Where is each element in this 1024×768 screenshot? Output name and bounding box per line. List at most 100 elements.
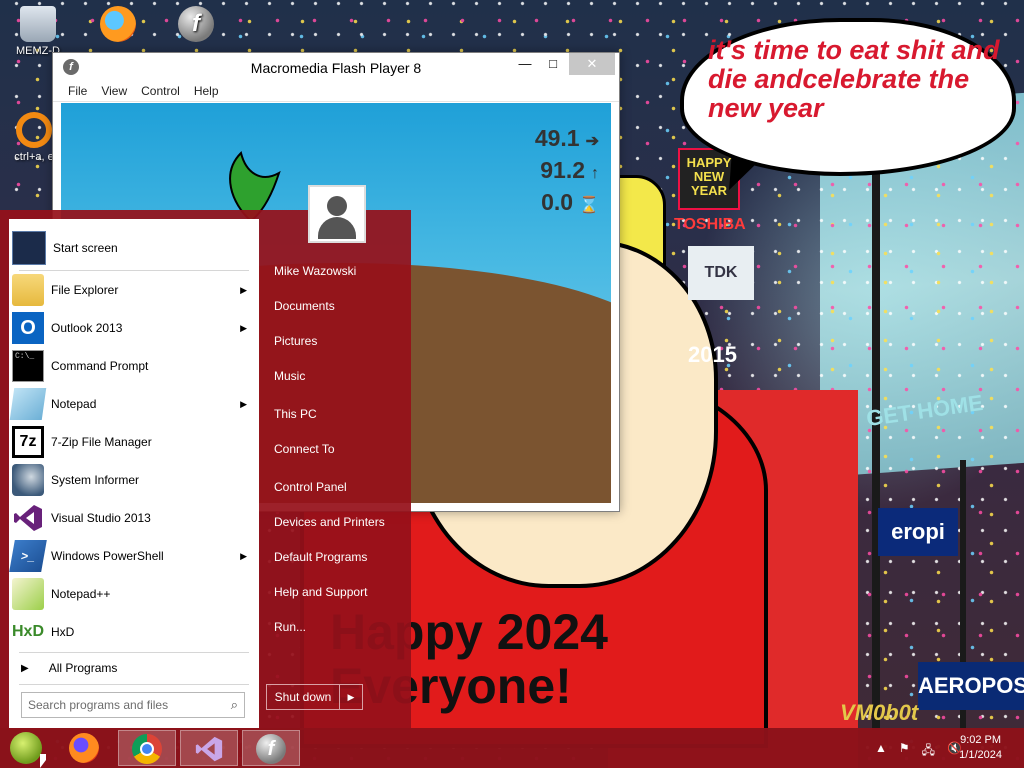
outlook-icon: O <box>12 312 44 344</box>
program-7zip[interactable]: 7z 7-Zip File Manager <box>9 423 259 461</box>
shutdown-button-group: Shut down ▶ <box>266 684 363 710</box>
seven-zip-icon: 7z <box>12 426 44 458</box>
program-command-prompt[interactable]: C:\_ Command Prompt <box>9 347 259 385</box>
visual-studio-icon <box>14 505 42 531</box>
place-devices-printers[interactable]: Devices and Printers <box>274 515 385 529</box>
menu-view[interactable]: View <box>94 84 134 98</box>
user-head-icon <box>327 196 347 216</box>
program-visual-studio[interactable]: Visual Studio 2013 <box>9 499 259 537</box>
file-explorer-icon <box>12 274 44 306</box>
flash-player-icon: f <box>256 734 286 764</box>
all-programs-label: All Programs <box>48 661 118 675</box>
shutdown-button[interactable]: Shut down <box>267 685 340 709</box>
user-body-icon <box>318 217 356 239</box>
mouse-cursor-icon <box>40 754 46 768</box>
show-hidden-icons-icon[interactable]: ▲ <box>875 741 887 762</box>
place-documents[interactable]: Documents <box>274 299 335 313</box>
toshiba-sign: TOSHIBA <box>674 216 746 233</box>
taskbar-visual-studio[interactable] <box>180 730 238 766</box>
program-label: File Explorer <box>51 283 119 297</box>
menu-help[interactable]: Help <box>187 84 226 98</box>
search-input[interactable]: Search programs and files ⌕ <box>21 692 245 718</box>
close-button[interactable]: ✕ <box>569 53 615 75</box>
place-pictures[interactable]: Pictures <box>274 334 317 348</box>
start-button[interactable] <box>10 732 42 764</box>
program-powershell[interactable]: >_ Windows PowerShell ▶ <box>9 537 259 575</box>
place-connect-to[interactable]: Connect To <box>274 442 335 456</box>
shutdown-options-arrow-icon[interactable]: ▶ <box>340 685 362 709</box>
tdk-sign: TDK <box>688 246 754 300</box>
menu-control[interactable]: Control <box>134 84 187 98</box>
aeropostale-sign: eropi <box>878 508 958 556</box>
taskbar: f ▲ ⚑ 🖧 🔇 9:02 PM 1/1/2024 <box>0 728 1024 768</box>
program-label: Start screen <box>53 241 118 255</box>
speech-bubble-text: it's time to eat shit and die andcelebra… <box>708 35 1000 123</box>
flash-player-shortcut-icon: f <box>178 6 214 42</box>
start-screen-icon <box>12 231 46 265</box>
submenu-arrow-icon[interactable]: ▶ <box>240 323 247 334</box>
chrome-icon <box>132 734 162 764</box>
year-sign: 2015 <box>688 342 737 367</box>
readout-value: 49.1 <box>534 125 580 151</box>
system-informer-icon <box>12 464 44 496</box>
search-icon[interactable]: ⌕ <box>231 697 238 713</box>
program-label: Visual Studio 2013 <box>51 511 151 525</box>
submenu-arrow-icon[interactable]: ▶ <box>240 551 247 562</box>
place-help-support[interactable]: Help and Support <box>274 585 367 599</box>
start-menu: Start screen File Explorer ▶ O Outlook 2… <box>0 210 411 730</box>
program-outlook[interactable]: O Outlook 2013 ▶ <box>9 309 259 347</box>
readout-timer: 0.0 ⌛ <box>541 189 599 216</box>
taskbar-flash-player[interactable]: f <box>242 730 300 766</box>
firefox-shortcut-icon <box>100 6 136 42</box>
desktop-icon-firefox[interactable] <box>88 6 148 45</box>
desktop-icon-recycle-bin[interactable]: MEMZ-D <box>8 6 68 57</box>
lamp-pole <box>872 170 880 730</box>
submenu-arrow-icon[interactable]: ▶ <box>240 285 247 296</box>
program-notepad[interactable]: Notepad ▶ <box>9 385 259 423</box>
program-system-informer[interactable]: System Informer <box>9 461 259 499</box>
search-placeholder: Search programs and files <box>28 698 169 712</box>
hourglass-icon: ⌛ <box>579 197 599 214</box>
taskbar-firefox[interactable] <box>56 730 114 766</box>
desktop-icon-flash[interactable]: f <box>166 6 226 45</box>
firefox-icon <box>69 733 99 763</box>
program-label: System Informer <box>51 473 140 487</box>
window-titlebar[interactable]: f Macromedia Flash Player 8 — □ ✕ <box>53 53 619 81</box>
menu-file[interactable]: File <box>61 84 94 98</box>
place-run[interactable]: Run... <box>274 620 306 634</box>
program-notepadpp[interactable]: Notepad++ <box>9 575 259 613</box>
arrow-up-icon: ↑ <box>591 165 599 182</box>
menu-bar: File View Control Help <box>53 81 619 102</box>
visual-studio-icon <box>195 736 223 762</box>
action-center-flag-icon[interactable]: ⚑ <box>899 741 910 762</box>
taskbar-chrome[interactable] <box>118 730 176 766</box>
program-label: Outlook 2013 <box>51 321 123 335</box>
program-file-explorer[interactable]: File Explorer ▶ <box>9 271 259 309</box>
maximize-button[interactable]: □ <box>539 53 567 75</box>
clock-date: 1/1/2024 <box>959 749 1002 761</box>
place-user-folder[interactable]: Mike Wazowski <box>274 264 356 278</box>
program-label: HxD <box>51 625 75 639</box>
aeropostale-sign-2: AEROPOS <box>918 662 1024 710</box>
place-this-pc[interactable]: This PC <box>274 407 317 421</box>
program-start-screen[interactable]: Start screen <box>9 229 259 267</box>
watermark: VM0b0t <box>840 700 919 725</box>
powershell-icon: >_ <box>9 540 47 572</box>
place-default-programs[interactable]: Default Programs <box>274 550 367 564</box>
taskbar-clock[interactable]: 9:02 PM 1/1/2024 <box>959 733 1002 763</box>
program-hxd[interactable]: HxD HxD <box>9 613 259 651</box>
all-programs-button[interactable]: ▶ All Programs <box>9 653 259 683</box>
system-tray: ▲ ⚑ 🖧 🔇 <box>875 741 962 762</box>
notepad-icon <box>9 388 47 420</box>
program-label: Notepad <box>51 397 97 411</box>
hxd-icon: HxD <box>12 623 45 640</box>
network-icon[interactable]: 🖧 <box>922 741 935 762</box>
clock-time: 9:02 PM <box>960 734 1002 746</box>
user-avatar[interactable] <box>308 185 366 243</box>
minimize-button[interactable]: — <box>511 53 539 75</box>
submenu-arrow-icon[interactable]: ▶ <box>240 399 247 410</box>
start-menu-programs-pane: Start screen File Explorer ▶ O Outlook 2… <box>9 219 259 728</box>
triangle-right-icon: ▶ <box>21 662 29 674</box>
place-control-panel[interactable]: Control Panel <box>274 480 347 494</box>
place-music[interactable]: Music <box>274 369 305 383</box>
